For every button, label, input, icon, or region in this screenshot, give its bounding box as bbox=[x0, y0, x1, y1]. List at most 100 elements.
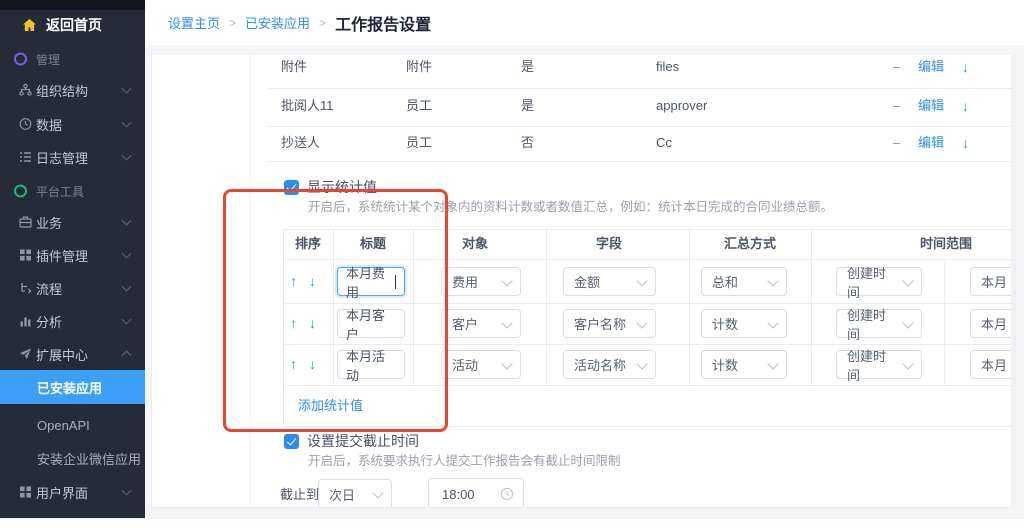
chevron-down-icon bbox=[767, 275, 778, 286]
deadline-label: 设置提交截止时间 bbox=[307, 433, 419, 449]
sort-down-icon[interactable]: ↓ bbox=[309, 273, 316, 289]
time-value: 18:00 bbox=[442, 487, 475, 502]
move-down-icon[interactable]: ↓ bbox=[962, 98, 969, 114]
method-select[interactable]: 计数 bbox=[701, 309, 787, 338]
sidebar-home[interactable]: 返回首页 bbox=[0, 12, 145, 38]
content-card: 附件 附件 是 files – 编辑 ↓ 批阅人11 员工 是 approver… bbox=[151, 53, 1012, 508]
row-divider bbox=[267, 161, 1012, 162]
breadcrumb-link-installed-apps[interactable]: 已安装应用 bbox=[245, 13, 310, 32]
deadline-day-select[interactable]: 次日 bbox=[318, 479, 392, 508]
field-extra: – bbox=[893, 98, 900, 114]
move-down-icon[interactable]: ↓ bbox=[962, 59, 969, 75]
sidebar-item-installed-apps[interactable]: 已安装应用 bbox=[0, 370, 145, 404]
bar-chart-icon bbox=[19, 315, 32, 328]
object-select[interactable]: 活动 bbox=[441, 350, 521, 379]
time-range-select[interactable]: 本月 bbox=[970, 309, 1012, 338]
time-range-select[interactable]: 本月 bbox=[970, 267, 1012, 296]
field-code: Cc bbox=[656, 135, 672, 151]
time-field-select[interactable]: 创建时间 bbox=[836, 309, 922, 338]
sort-up-icon[interactable]: ↑ bbox=[290, 273, 297, 289]
sort-down-icon[interactable]: ↓ bbox=[309, 356, 316, 372]
title-input[interactable]: 本月费用 bbox=[337, 267, 405, 296]
sidebar-item-analysis[interactable]: 分析 bbox=[0, 308, 145, 334]
ui-layout-icon bbox=[19, 486, 32, 499]
chevron-down-icon bbox=[122, 282, 132, 292]
chevron-down-icon bbox=[767, 358, 778, 369]
header-sort: 排序 bbox=[295, 236, 321, 252]
chevron-down-icon bbox=[501, 358, 512, 369]
sort-down-icon[interactable]: ↓ bbox=[309, 315, 316, 331]
header-field: 字段 bbox=[596, 236, 622, 252]
breadcrumb: 设置主页 > 已安装应用 > 工作报告设置 bbox=[168, 0, 431, 45]
field-select[interactable]: 客户名称 bbox=[563, 309, 656, 338]
row-divider bbox=[267, 88, 1012, 89]
title-input[interactable]: 本月活动 bbox=[337, 350, 405, 379]
chevron-down-icon bbox=[636, 317, 647, 328]
scrollbar-track[interactable] bbox=[1013, 53, 1016, 508]
sidebar-item-expand-center[interactable]: 扩展中心 bbox=[0, 341, 145, 367]
header-method: 汇总方式 bbox=[724, 236, 776, 252]
breadcrumb-link-settings-home[interactable]: 设置主页 bbox=[168, 13, 220, 32]
sidebar-item-log[interactable]: 日志管理 bbox=[0, 144, 145, 170]
field-type: 员工 bbox=[406, 98, 432, 114]
chevron-down-icon bbox=[902, 275, 913, 286]
org-structure-icon bbox=[19, 84, 32, 97]
chevron-up-icon bbox=[122, 350, 132, 360]
field-select[interactable]: 金额 bbox=[563, 267, 656, 296]
add-stat-link[interactable]: 添加统计值 bbox=[298, 398, 363, 414]
object-select[interactable]: 客户 bbox=[441, 309, 521, 338]
edit-link[interactable]: 编辑 bbox=[918, 59, 944, 75]
data-clock-icon bbox=[19, 118, 32, 131]
edit-link[interactable]: 编辑 bbox=[918, 98, 944, 114]
title-input-value: 本月活动 bbox=[346, 346, 396, 384]
chevron-down-icon bbox=[122, 118, 132, 128]
grid-line bbox=[689, 229, 690, 385]
field-extra: – bbox=[893, 59, 900, 75]
expand-center-icon bbox=[19, 348, 32, 361]
edit-link[interactable]: 编辑 bbox=[918, 135, 944, 151]
move-down-icon[interactable]: ↓ bbox=[962, 135, 969, 151]
field-select[interactable]: 活动名称 bbox=[563, 350, 656, 379]
breadcrumb-separator: > bbox=[319, 16, 326, 30]
time-field-select[interactable]: 创建时间 bbox=[836, 350, 922, 379]
grid-line bbox=[413, 229, 414, 385]
grid-line bbox=[283, 426, 1012, 427]
sidebar-item-org[interactable]: 组织结构 bbox=[0, 77, 145, 103]
show-stats-checkbox[interactable] bbox=[284, 180, 299, 195]
time-range-select[interactable]: 本月 bbox=[970, 350, 1012, 379]
content-divider bbox=[250, 53, 251, 508]
sidebar-item-plugin[interactable]: 插件管理 bbox=[0, 242, 145, 268]
chevron-down-icon bbox=[122, 486, 132, 496]
time-field-select[interactable]: 创建时间 bbox=[836, 267, 922, 296]
header-title: 标题 bbox=[360, 236, 386, 252]
sort-up-icon[interactable]: ↑ bbox=[290, 315, 297, 331]
sidebar-item-openapi[interactable]: OpenAPI bbox=[0, 412, 145, 438]
method-select[interactable]: 总和 bbox=[701, 267, 787, 296]
field-name: 附件 bbox=[281, 59, 307, 75]
field-type: 附件 bbox=[406, 59, 432, 75]
sidebar-home-label: 返回首页 bbox=[46, 15, 102, 35]
platform-circle-icon bbox=[14, 185, 27, 198]
deadline-checkbox[interactable] bbox=[284, 434, 299, 449]
method-select[interactable]: 计数 bbox=[701, 350, 787, 379]
plugin-grid-icon bbox=[19, 249, 32, 262]
object-select[interactable]: 费用 bbox=[441, 267, 521, 296]
sort-up-icon[interactable]: ↑ bbox=[290, 356, 297, 372]
chevron-down-icon bbox=[122, 84, 132, 94]
field-type: 员工 bbox=[406, 135, 432, 151]
chevron-down-icon bbox=[767, 317, 778, 328]
chevron-down-icon bbox=[501, 275, 512, 286]
sidebar-item-ui[interactable]: 用户界面 bbox=[0, 479, 145, 505]
briefcase-icon bbox=[19, 216, 32, 229]
sidebar-item-install-wechat[interactable]: 安装企业微信应用 bbox=[0, 445, 145, 471]
title-input[interactable]: 本月客户 bbox=[337, 309, 405, 338]
grid-line bbox=[811, 229, 812, 385]
sidebar-item-data[interactable]: 数据 bbox=[0, 111, 145, 137]
window-bottom-strip bbox=[0, 518, 1024, 528]
sidebar-item-flow[interactable]: 流程 bbox=[0, 275, 145, 301]
sidebar-item-business[interactable]: 业务 bbox=[0, 209, 145, 235]
show-stats-label: 显示统计值 bbox=[307, 179, 377, 195]
deadline-time-input[interactable]: 18:00 bbox=[428, 478, 524, 508]
title-input-value: 本月费用 bbox=[346, 263, 394, 301]
grid-line bbox=[944, 259, 945, 385]
